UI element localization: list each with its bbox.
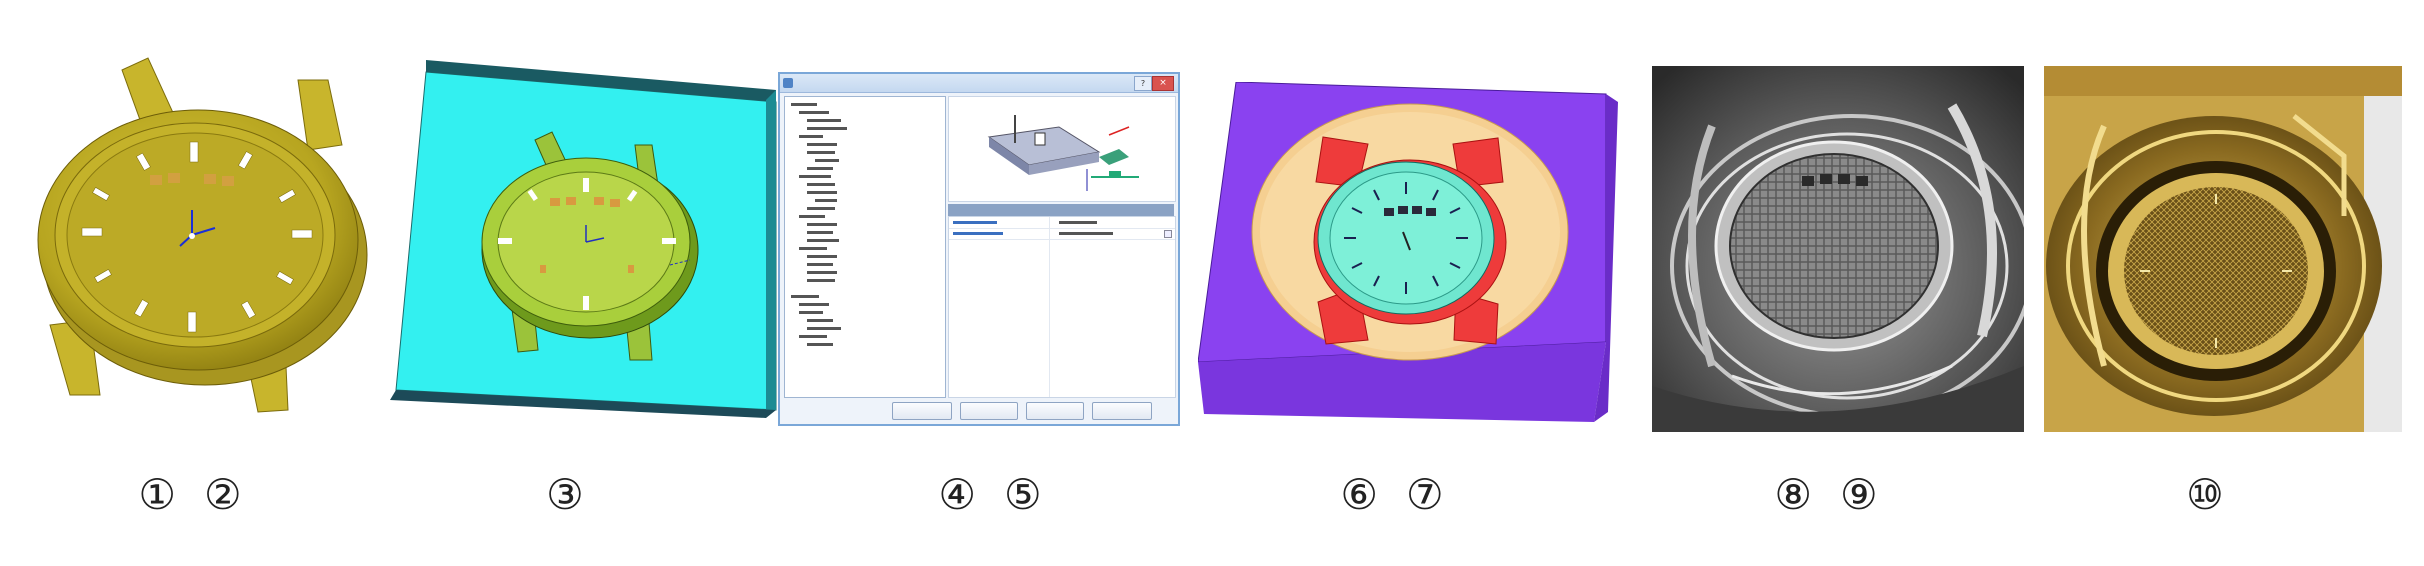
brass-mold-photo <box>2044 66 2402 432</box>
marker-6: ⑥ <box>1340 470 1378 519</box>
marker-10: ⑩ <box>2186 470 2224 519</box>
caption-panel-2: ③ <box>500 470 630 530</box>
close-button[interactable]: × <box>1152 76 1174 91</box>
dialog-titlebar: ? × <box>780 74 1178 93</box>
marker-1: ① <box>138 470 176 519</box>
marker-3: ③ <box>546 470 584 519</box>
marker-4: ④ <box>938 470 976 519</box>
marker-9: ⑨ <box>1840 470 1878 519</box>
marker-7: ⑦ <box>1406 470 1444 519</box>
caption-panel-1: ①② <box>100 470 280 530</box>
marker-8: ⑧ <box>1774 470 1812 519</box>
caption-panel-3: ④⑤ <box>900 470 1080 530</box>
properties-header <box>948 204 1174 216</box>
help-button[interactable]: ? <box>1134 76 1152 91</box>
properties-grid[interactable] <box>948 216 1176 398</box>
caption-panel-5: ⑧⑨ <box>1736 470 1916 530</box>
case-on-cyan-block-render <box>390 60 780 430</box>
dial-on-purple-block-render <box>1198 82 1618 422</box>
dialog-button-2[interactable] <box>960 402 1018 420</box>
operation-preview-image <box>948 96 1176 202</box>
caption-panel-6: ⑩ <box>2140 470 2270 530</box>
machined-mold-photo <box>1652 66 2024 432</box>
dialog-button-1[interactable] <box>892 402 952 420</box>
watch-case-render <box>30 50 370 420</box>
caption-panel-4: ⑥⑦ <box>1302 470 1482 530</box>
dialog-button-3[interactable] <box>1026 402 1084 420</box>
dialog-button-4[interactable] <box>1092 402 1152 420</box>
app-icon <box>783 78 793 88</box>
marker-5: ⑤ <box>1004 470 1042 519</box>
machining-dialog: ? × <box>778 72 1180 426</box>
marker-2: ② <box>204 470 242 519</box>
operation-tree[interactable] <box>784 96 946 398</box>
